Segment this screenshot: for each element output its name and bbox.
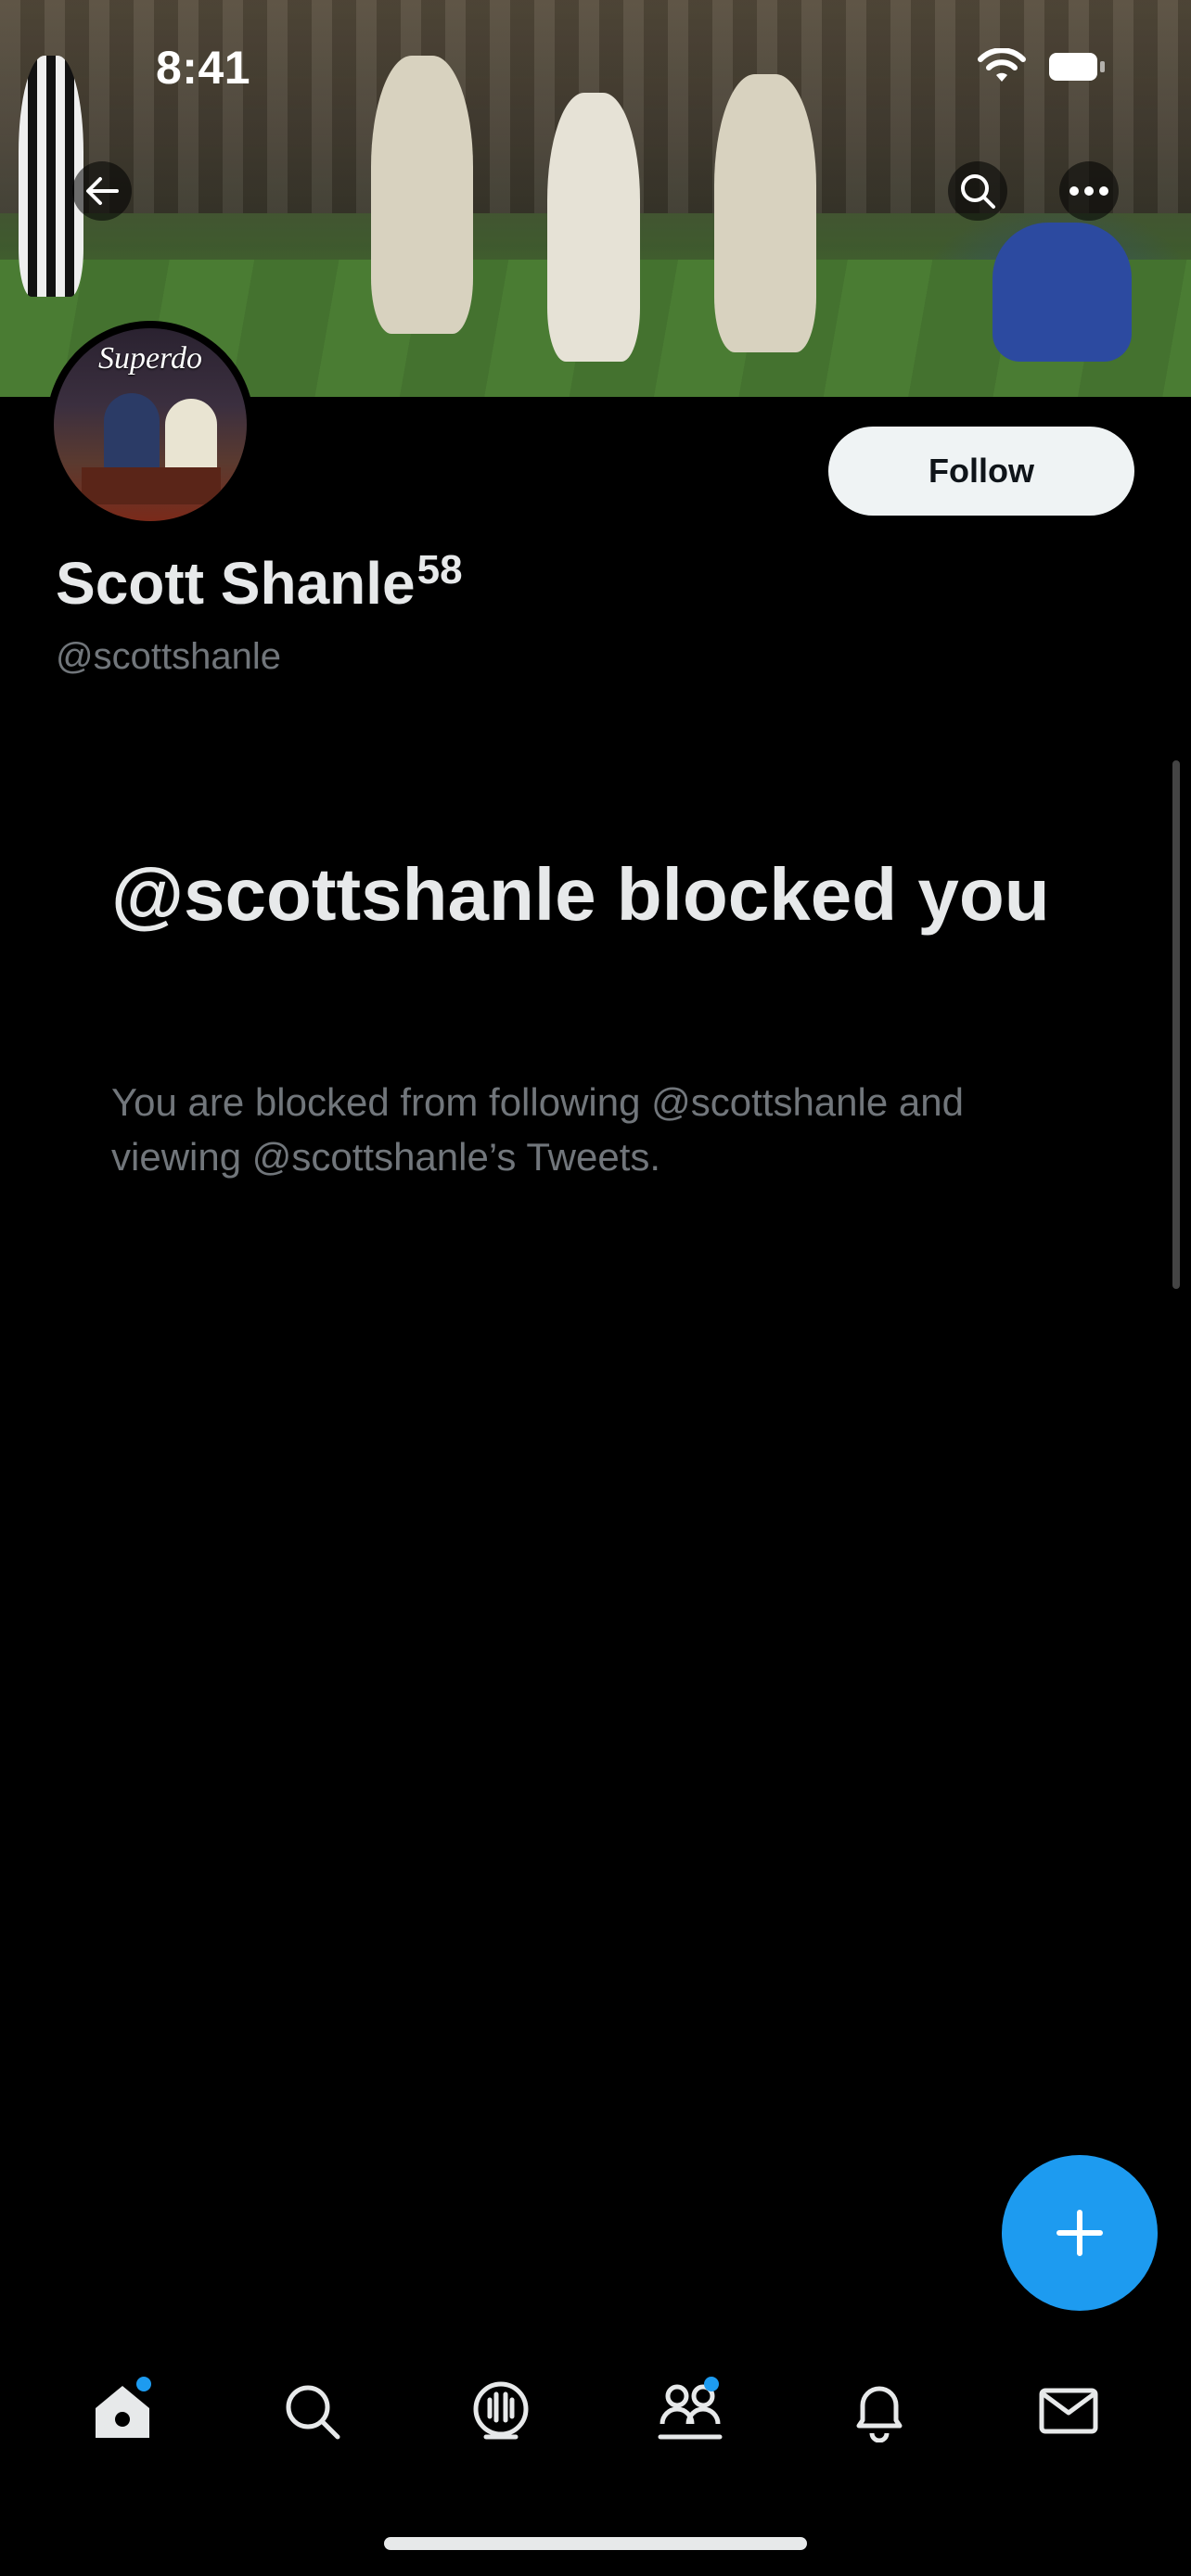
search-icon (961, 174, 995, 209)
home-badge-dot (136, 2377, 151, 2391)
scrollbar[interactable] (1172, 760, 1180, 1289)
search-icon (286, 2385, 340, 2440)
more-button[interactable] (1059, 161, 1119, 221)
arrow-left-icon (86, 177, 119, 205)
battery-icon (1049, 53, 1105, 81)
display-name-text: Scott Shanle (56, 550, 416, 617)
blocked-description: You are blocked from following @scottsha… (111, 1080, 964, 1179)
spaces-icon (473, 2381, 529, 2440)
avatar[interactable]: Superdo (46, 321, 254, 529)
plus-icon (1057, 2210, 1103, 2256)
compose-tweet-button[interactable] (1002, 2155, 1158, 2311)
status-icons (976, 48, 1106, 85)
tab-home[interactable] (71, 2360, 173, 2462)
display-name-superscript: 58 (416, 547, 463, 593)
mail-icon (1039, 2388, 1098, 2434)
tab-communities[interactable] (639, 2360, 741, 2462)
follow-button[interactable]: Follow (828, 427, 1134, 516)
communities-badge-dot (704, 2377, 719, 2391)
user-handle: @scottshanle (56, 636, 281, 677)
search-button[interactable] (948, 161, 1007, 221)
tab-search[interactable] (261, 2360, 363, 2462)
avatar-podium (82, 467, 221, 504)
bell-icon (856, 2386, 903, 2442)
tab-spaces[interactable] (450, 2360, 552, 2462)
avatar-person (104, 393, 160, 477)
status-bar: 8:41 (0, 0, 1191, 139)
home-indicator (384, 2537, 807, 2550)
tab-bar (0, 2355, 1191, 2467)
back-button[interactable] (72, 161, 132, 221)
avatar-image: Superdo (54, 328, 247, 521)
more-horizontal-icon (1069, 186, 1108, 196)
tab-messages[interactable] (1018, 2360, 1120, 2462)
avatar-caption: Superdo (97, 341, 203, 376)
tab-notifications[interactable] (828, 2360, 930, 2462)
banner-player (992, 223, 1132, 362)
blocked-title: @scottshanle blocked you (111, 853, 1050, 936)
display-name: Scott Shanle58 (56, 547, 463, 618)
status-time: 8:41 (156, 42, 251, 94)
wifi-icon (978, 48, 1026, 82)
